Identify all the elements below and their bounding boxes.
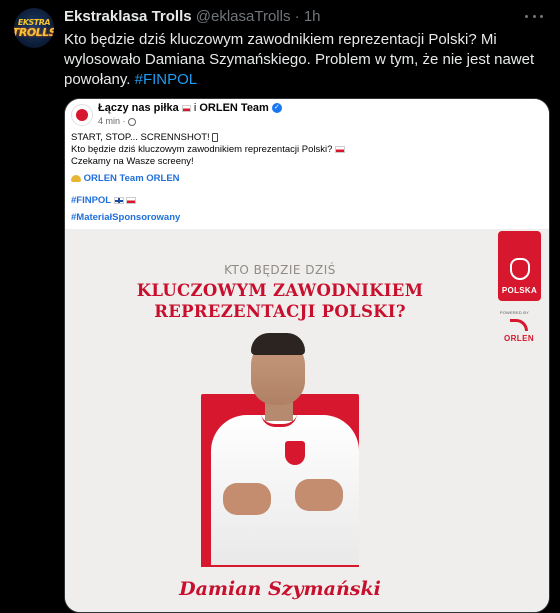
post-line-2-text: Kto będzie dziś kluczowym zawodnikiem re… xyxy=(71,144,333,155)
tweet-header: Ekstraklasa Trolls @eklasaTrolls · 1h xyxy=(64,8,321,25)
powered-by-text: POWERED BY xyxy=(499,310,529,315)
poster-line-3: REPREZENTACJI POLSKI? xyxy=(154,302,406,321)
hashtag-finpol: #FINPOL xyxy=(71,195,112,206)
embedded-facebook-post: Łączy nas piłka i ORLEN Team ✓ 4 min · S… xyxy=(65,99,549,229)
phone-icon xyxy=(212,132,219,142)
title-separator: i xyxy=(193,102,197,114)
tweet-text: Kto będzie dziś kluczowym zawodnikiem re… xyxy=(64,30,550,90)
flag-icon xyxy=(181,104,191,112)
eagle-icon xyxy=(509,258,530,280)
avatar-text-bottom: TROLLS xyxy=(14,25,54,39)
badge-text: POLSKA xyxy=(501,286,538,295)
tweet-time[interactable]: 1h xyxy=(304,8,321,25)
poster-line-1: KTO BĘDZIE DZIŚ xyxy=(224,263,336,277)
player-photo xyxy=(203,333,385,565)
verified-icon: ✓ xyxy=(271,103,282,114)
post-line-2: Kto będzie dziś kluczowym zawodnikiem re… xyxy=(71,144,346,156)
post-line-1: START, STOP... SCRENNSHOT! xyxy=(71,132,219,144)
more-options-icon[interactable] xyxy=(522,6,546,26)
tweet[interactable]: EKSTRA TROLLS Ekstraklasa Trolls @eklasa… xyxy=(0,0,560,613)
author-handle[interactable]: @eklasaTrolls xyxy=(196,8,291,25)
orlen-logo-text: ORLEN xyxy=(504,334,534,343)
page-name: Łączy nas piłka xyxy=(98,102,179,114)
post-line-3: Czekamy na Wasze screeny! xyxy=(71,156,194,167)
separator: · xyxy=(294,8,300,25)
tweet-hashtag[interactable]: #FINPOL xyxy=(135,71,198,88)
finland-flag-icon xyxy=(113,196,124,204)
trophy-icon xyxy=(71,174,81,182)
poland-flag-icon-2 xyxy=(126,196,137,204)
meta-separator: · xyxy=(122,116,126,126)
tweet-media-image[interactable]: Łączy nas piłka i ORLEN Team ✓ 4 min · S… xyxy=(64,98,550,613)
globe-icon xyxy=(128,117,137,126)
author-avatar[interactable]: EKSTRA TROLLS xyxy=(14,8,54,48)
crest-icon xyxy=(285,441,305,465)
mention-orlen-team: ORLEN Team xyxy=(83,173,144,184)
orlen-logo: ORLEN xyxy=(501,319,537,343)
pzpn-badge: POLSKA xyxy=(498,231,541,301)
page-avatar xyxy=(71,104,93,126)
partner-name: ORLEN Team xyxy=(199,102,269,114)
post-hashtag-1: #FINPOL xyxy=(71,195,137,207)
embedded-post-meta: 4 min · xyxy=(98,116,137,126)
author-name[interactable]: Ekstraklasa Trolls xyxy=(64,8,192,25)
post-time: 4 min xyxy=(98,116,121,126)
player-name: Damian Szymański xyxy=(179,578,381,600)
mention-orlen: ORLEN xyxy=(146,173,180,184)
embedded-post-title: Łączy nas piłka i ORLEN Team ✓ xyxy=(98,102,282,114)
poster: POLSKA POWERED BY ORLEN KTO BĘDZIE DZIŚ … xyxy=(65,229,549,612)
hashtag-sponsored: #MateriałSponsorowany xyxy=(71,212,181,223)
orlen-eagle-icon xyxy=(510,319,528,331)
poland-flag-icon xyxy=(335,145,346,153)
poster-line-2: KLUCZOWYM ZAWODNIKIEM xyxy=(136,281,424,300)
post-hashtag-2: #MateriałSponsorowany xyxy=(71,212,180,224)
post-line-1-text: START, STOP... SCRENNSHOT! xyxy=(71,132,210,143)
post-mentions: ORLEN Team ORLEN xyxy=(71,173,180,185)
